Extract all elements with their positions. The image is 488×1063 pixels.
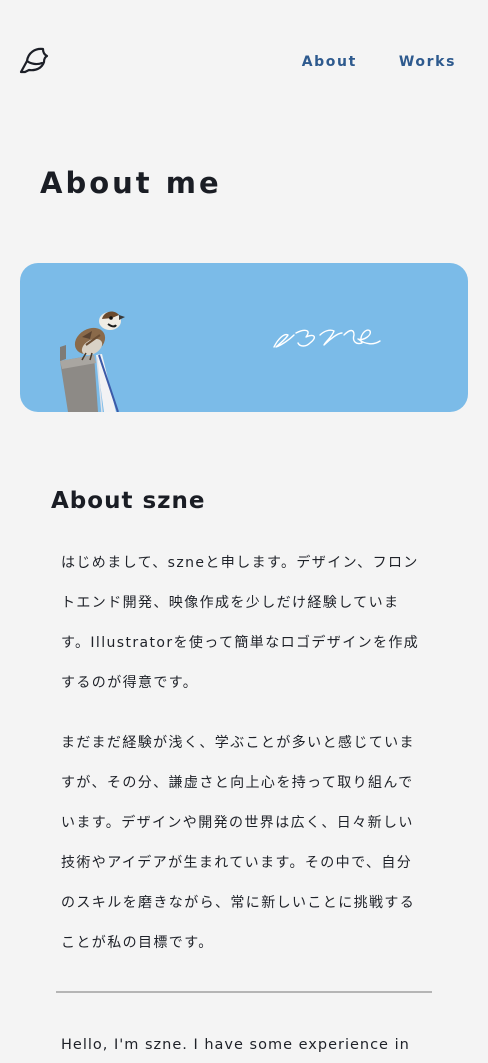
sparrow-photo [60, 311, 125, 412]
text-line: すが、その分、謙虚さと向上心を持って取り組んで [61, 775, 414, 791]
text-line: するのが得意です。 [61, 675, 199, 691]
text-line: す。Illustratorを使って簡単なロゴデザインを作成 [61, 635, 420, 651]
signature-logo [273, 329, 381, 348]
nav-link-works[interactable]: Works [399, 54, 456, 70]
text-line: います。デザインや開発の世界は広く、日々新しい [61, 815, 414, 831]
section-title: About szne [51, 488, 206, 514]
section-divider [56, 991, 432, 993]
text-line: 技術やアイデアが生まれています。その中で、自分 [61, 855, 413, 871]
hero-banner [20, 263, 468, 412]
nav-link-about[interactable]: About [302, 54, 357, 70]
page-title: About me [40, 166, 222, 200]
text-line: ことが私の目標です。 [61, 935, 214, 951]
site-header: About Works [0, 0, 488, 120]
english-intro-paragraph: Hello, I'm szne. I have some experience … [61, 1037, 410, 1053]
text-line: のスキルを磨きながら、常に新しいことに挑戦する [61, 895, 416, 911]
intro-paragraph: はじめまして、szneと申します。デザイン、フロン トエンド開発、映像作成を少し… [61, 543, 423, 703]
text-line: まだまだ経験が浅く、学ぶことが多いと感じていま [61, 735, 415, 751]
bird-logo-icon[interactable] [18, 44, 50, 76]
text-line: はじめまして、szneと申します。デザイン、フロン [61, 555, 419, 571]
text-line: トエンド開発、映像作成を少しだけ経験していま [61, 595, 400, 611]
goals-paragraph: まだまだ経験が浅く、学ぶことが多いと感じていま すが、その分、謙虚さと向上心を持… [61, 723, 423, 963]
main-nav: About Works [302, 54, 456, 70]
